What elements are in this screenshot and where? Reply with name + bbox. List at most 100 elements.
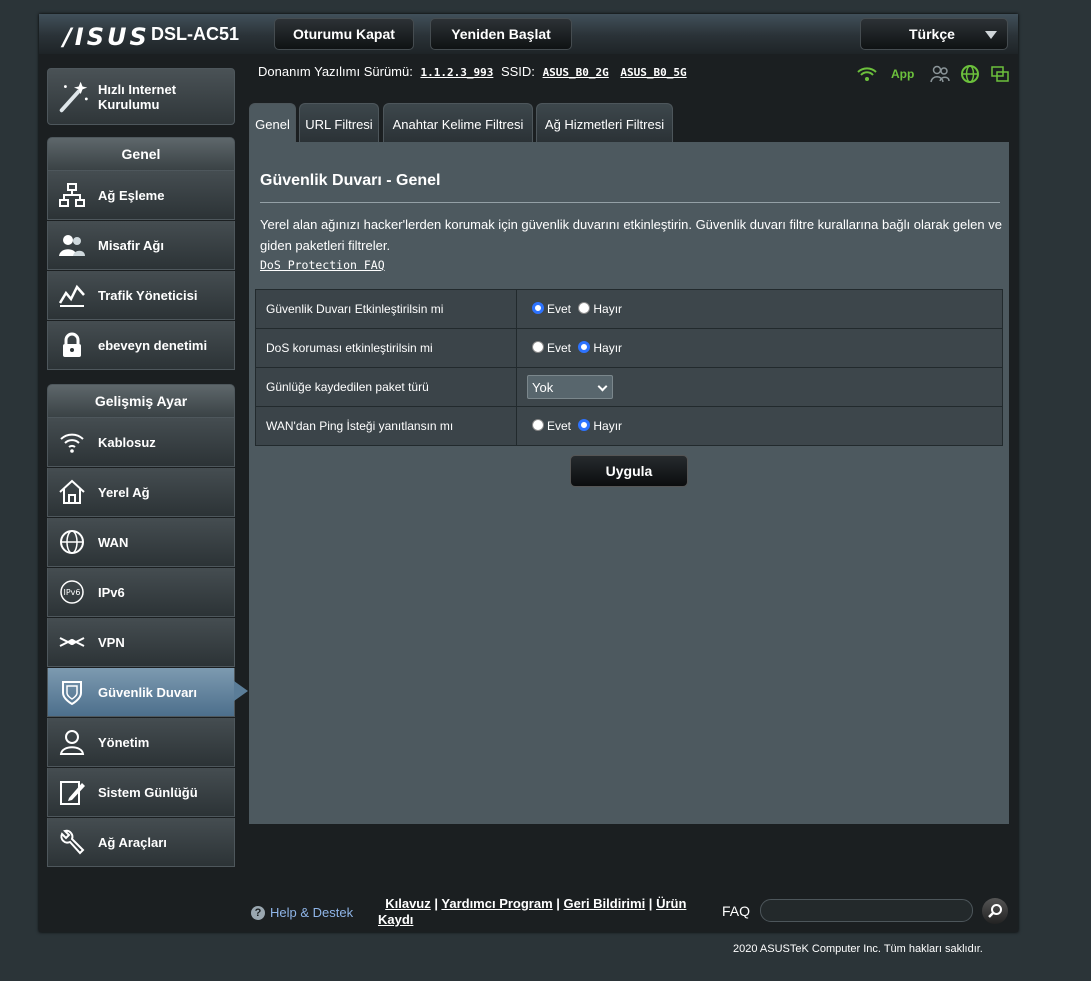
ping-no-radio[interactable] (578, 419, 591, 431)
asus-logo: /ISUS (63, 23, 150, 51)
menu-item-lan[interactable]: Yerel Ağ (47, 468, 235, 517)
logged-packet-type-cell: Yok (516, 367, 1003, 407)
network-map-icon (59, 183, 85, 207)
wifi-status-icon[interactable] (857, 65, 877, 83)
ssid-5g-link[interactable]: ASUS_B0_5G (620, 66, 686, 79)
reboot-button[interactable]: Yeniden Başlat (430, 18, 572, 50)
menu-item-wireless[interactable]: Kablosuz (47, 418, 235, 467)
tab-keyword-filter[interactable]: Anahtar Kelime Filtresi (383, 103, 533, 144)
menu-item-network-map[interactable]: Ağ Eşleme (47, 171, 235, 220)
menu-label: Trafik Yöneticisi (98, 287, 198, 303)
system-log-icon (60, 781, 85, 805)
help-icon: ? (251, 905, 265, 920)
tab-general[interactable]: Genel (249, 103, 296, 144)
firmware-version-link[interactable]: 1.1.2.3_993 (420, 66, 493, 79)
wan-ping-options: Evet Hayır (516, 406, 1003, 446)
logout-button[interactable]: Oturumu Kapat (274, 18, 414, 50)
status-line: Donanım Yazılımı Sürümü: 1.1.2.3_993 SSI… (258, 64, 691, 79)
menu-label: VPN (98, 634, 125, 650)
menu-label: Kablosuz (98, 434, 156, 450)
menu-item-traffic-manager[interactable]: Trafik Yöneticisi (47, 271, 235, 320)
vpn-icon (59, 637, 85, 647)
wan-ping-label: WAN'dan Ping İsteği yanıtlansın mı (255, 406, 517, 446)
lock-icon (63, 332, 81, 357)
apply-button[interactable]: Uygula (570, 455, 688, 487)
app-label[interactable]: App (891, 67, 914, 81)
faq-search-button[interactable] (982, 898, 1008, 924)
feedback-link[interactable]: Geri Bildirimi (564, 896, 646, 911)
menu-label: Ağ Araçları (98, 834, 167, 850)
ssid-label: SSID: (500, 64, 535, 79)
clients-icon[interactable] (930, 65, 951, 83)
title-divider (260, 202, 1000, 203)
menu-item-system-log[interactable]: Sistem Günlüğü (47, 768, 235, 817)
menu-label: Misafir Ağı (98, 237, 164, 253)
content-panel: Güvenlik Duvarı - Genel Yerel alan ağını… (249, 142, 1009, 824)
manual-link[interactable]: Kılavuz (385, 896, 431, 911)
qis-label: Hızlı Internet Kurulumu (98, 81, 177, 112)
chevron-down-icon (597, 381, 608, 392)
select-value: Yok (532, 379, 554, 395)
menu-item-network-tools[interactable]: Ağ Araçları (47, 818, 235, 867)
ping-yes-radio[interactable] (532, 419, 544, 431)
tools-icon (60, 829, 85, 855)
dos-no-radio[interactable] (578, 341, 591, 353)
status-icons: App (857, 64, 1020, 84)
faq-search-input[interactable] (760, 899, 973, 922)
radio-label: Evet (547, 419, 572, 433)
ssid-2g-link[interactable]: ASUS_B0_2G (543, 66, 609, 79)
utility-link[interactable]: Yardımcı Program (441, 896, 552, 911)
logged-packet-type-select[interactable]: Yok (527, 375, 613, 399)
chevron-down-icon (985, 31, 997, 39)
dos-protection-faq-link[interactable]: DoS Protection FAQ (260, 258, 385, 272)
menu-label: IPv6 (98, 584, 125, 600)
table-row: Günlüğe kaydedilen paket türü Yok (255, 367, 1003, 407)
menu-item-administration[interactable]: Yönetim (47, 718, 235, 767)
language-select[interactable]: Türkçe (860, 18, 1008, 50)
menu-item-wan[interactable]: WAN (47, 518, 235, 567)
radio-label: Evet (547, 341, 572, 355)
radio-label: Evet (547, 302, 572, 316)
menu-label: WAN (98, 534, 129, 550)
general-section-title: Genel (47, 137, 235, 171)
tab-network-services-filter[interactable]: Ağ Hizmetleri Filtresi (536, 103, 673, 144)
ipv6-icon: IPv6 (60, 580, 84, 604)
menu-item-guest-network[interactable]: Misafir Ağı (47, 221, 235, 270)
top-header: /ISUS DSL-AC51 Oturumu Kapat Yeniden Baş… (39, 14, 1018, 54)
help-support: ? Help & Destek (251, 905, 353, 920)
footer-links: Kılavuz | Yardımcı Program | Geri Bildir… (378, 896, 687, 927)
firewall-yes-radio[interactable] (532, 302, 544, 314)
admin-user-icon (59, 730, 85, 755)
menu-label: Yerel Ağ (98, 484, 150, 500)
page-title: Güvenlik Duvarı - Genel (260, 172, 441, 189)
shield-icon (62, 681, 82, 706)
menu-item-vpn[interactable]: VPN (47, 618, 235, 667)
usb-status-icon[interactable] (990, 65, 1010, 83)
firmware-label: Donanım Yazılımı Sürümü: (258, 64, 413, 79)
tab-url-filter[interactable]: URL Filtresi (299, 103, 379, 144)
magic-wand-icon (59, 81, 88, 112)
table-row: WAN'dan Ping İsteği yanıtlansın mı Evet … (255, 406, 1003, 446)
firewall-no-radio[interactable] (578, 302, 591, 314)
router-admin-window: /ISUS DSL-AC51 Oturumu Kapat Yeniden Baş… (39, 14, 1018, 932)
menu-item-parental-control[interactable]: ebeveyn denetimi (47, 321, 235, 370)
table-row: DoS koruması etkinleştirilsin mi Evet Ha… (255, 328, 1003, 368)
menu-item-firewall[interactable]: Güvenlik Duvarı (47, 668, 248, 717)
firewall-enable-label: Güvenlik Duvarı Etkinleştirilsin mi (255, 289, 517, 329)
menu-label: Sistem Günlüğü (98, 784, 198, 800)
menu-label: ebeveyn denetimi (98, 337, 208, 353)
firewall-enable-options: Evet Hayır (516, 289, 1003, 329)
dos-enable-options: Evet Hayır (516, 328, 1003, 368)
firewall-settings-table: Güvenlik Duvarı Etkinleştirilsin mi Evet… (255, 289, 1003, 446)
internet-status-icon[interactable] (960, 64, 980, 84)
copyright-text: 2020 ASUSTeK Computer Inc. Tüm hakları s… (733, 943, 983, 955)
dos-yes-radio[interactable] (532, 341, 544, 353)
help-label: Help & Destek (270, 905, 354, 920)
menu-item-ipv6[interactable]: IPv6 IPv6 (47, 568, 235, 617)
menu-label: Yönetim (98, 734, 150, 750)
traffic-manager-icon (58, 284, 85, 307)
quick-internet-setup-button[interactable]: Hızlı Internet Kurulumu (47, 68, 235, 125)
page-description: Yerel alan ağınızı hacker'lerden korumak… (260, 217, 1002, 253)
dos-enable-label: DoS koruması etkinleştirilsin mi (255, 328, 517, 368)
guest-network-icon (59, 235, 85, 256)
